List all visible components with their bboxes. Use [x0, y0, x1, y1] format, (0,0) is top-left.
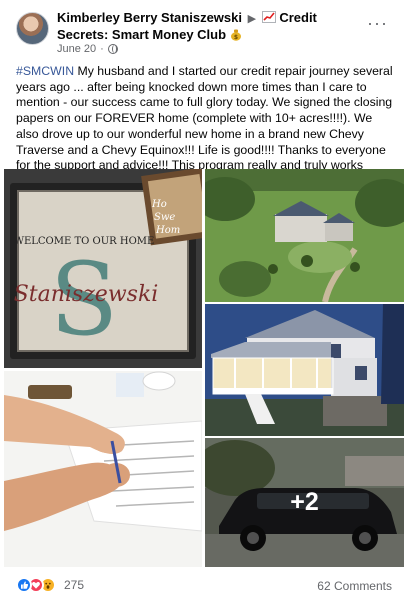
photo-aerial-property[interactable]: [205, 169, 404, 302]
sign-word-2: Swe: [154, 212, 175, 223]
post-footer: 275 62 Comments: [0, 574, 410, 600]
reactions-summary[interactable]: 275: [16, 577, 84, 593]
hashtag-link[interactable]: #SMCWIN: [16, 64, 74, 78]
reaction-count: 275: [64, 578, 85, 592]
post-meta: June 20 ·: [57, 43, 118, 55]
more-photos-count[interactable]: +2: [205, 438, 404, 567]
post-header: Kimberley Berry Staniszewski ▶ Credit Se…: [0, 0, 410, 58]
post-date[interactable]: June 20: [57, 43, 96, 55]
svg-text:$: $: [234, 34, 238, 41]
chart-increasing-icon: [261, 11, 276, 23]
post-author-line: Kimberley Berry Staniszewski ▶ Credit Se…: [57, 10, 367, 43]
doormat-name: Staniszewski: [14, 282, 159, 307]
sign-word-3: Hom: [155, 225, 180, 236]
comments-count-link[interactable]: 62 Comments: [317, 579, 392, 593]
arrow-right-icon: ▶: [247, 13, 257, 25]
more-options-button[interactable]: ···: [367, 14, 388, 32]
author-name[interactable]: Kimberley Berry Staniszewski: [57, 10, 242, 25]
avatar[interactable]: [16, 12, 49, 45]
photo-gallery: Ho Swe Hom WELCOME TO OUR HOME S Stanisz…: [0, 167, 410, 567]
globe-icon: [107, 44, 118, 54]
photo-new-car[interactable]: +2: [205, 438, 404, 567]
photo-signing-papers[interactable]: [4, 371, 202, 567]
photo-doormat[interactable]: Ho Swe Hom WELCOME TO OUR HOME S Stanisz…: [4, 169, 202, 368]
money-bag-icon: $: [230, 27, 242, 42]
like-reaction-icon: [16, 577, 32, 593]
sign-word-1: Ho: [151, 199, 167, 210]
photo-house-dusk[interactable]: [205, 304, 404, 436]
